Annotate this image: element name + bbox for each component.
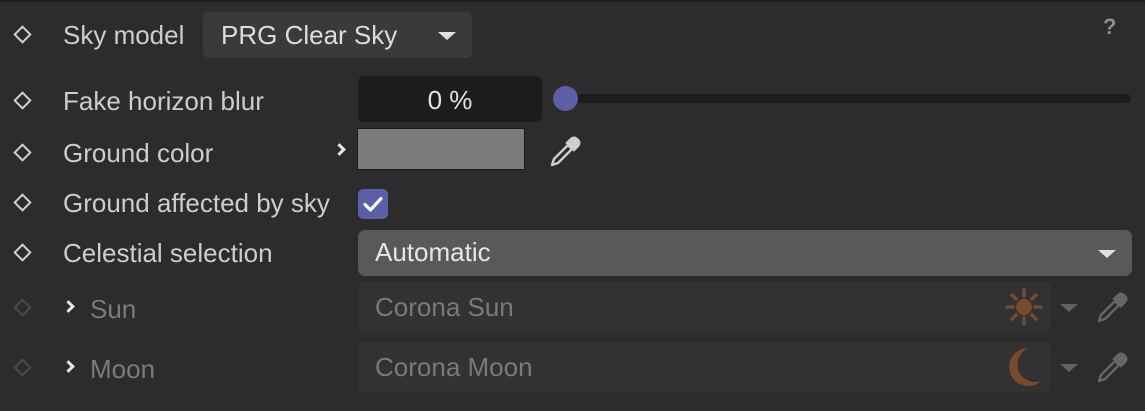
keyframe-diamond-icon	[13, 358, 32, 377]
ground-affected-row: Ground affected by sky	[0, 178, 1145, 228]
moon-object-field[interactable]: Corona Moon	[358, 342, 1051, 392]
keyframe-diamond-icon[interactable]	[13, 25, 32, 44]
chevron-right-icon[interactable]	[62, 300, 75, 313]
fake-horizon-blur-slider-handle[interactable]	[553, 86, 578, 111]
celestial-selection-value: Automatic	[375, 237, 491, 267]
celestial-selection-dropdown[interactable]: Automatic	[358, 230, 1132, 276]
sun-icon	[1005, 288, 1043, 326]
sky-model-value: PRG Clear Sky	[221, 20, 398, 50]
sky-model-dropdown[interactable]: PRG Clear Sky	[203, 12, 472, 58]
fake-horizon-blur-value: 0 %	[427, 85, 473, 115]
ground-affected-checkbox[interactable]	[358, 189, 388, 219]
chevron-down-icon[interactable]	[1060, 364, 1078, 372]
eyedropper-icon[interactable]	[1095, 351, 1129, 385]
keyframe-diamond-icon[interactable]	[13, 243, 32, 262]
eyedropper-icon[interactable]	[548, 135, 582, 169]
fake-horizon-blur-input[interactable]: 0 %	[358, 76, 542, 122]
moon-icon	[1009, 347, 1041, 386]
ground-affected-label: Ground affected by sky	[63, 188, 330, 218]
sun-object-value: Corona Sun	[375, 292, 514, 322]
celestial-selection-label: Celestial selection	[63, 238, 273, 268]
chevron-down-icon	[1098, 250, 1116, 258]
ground-color-swatch[interactable]	[357, 128, 525, 170]
chevron-right-icon[interactable]	[62, 360, 75, 373]
chevron-down-icon[interactable]	[1060, 304, 1078, 312]
keyframe-diamond-icon[interactable]	[13, 193, 32, 212]
sun-label: Sun	[90, 294, 137, 324]
keyframe-diamond-icon[interactable]	[13, 143, 32, 162]
ground-color-label: Ground color	[63, 138, 214, 168]
checkmark-icon	[363, 196, 383, 212]
sky-model-label: Sky model	[63, 20, 185, 50]
fake-horizon-blur-slider-track[interactable]	[565, 94, 1131, 103]
eyedropper-icon[interactable]	[1095, 291, 1129, 325]
fake-horizon-blur-label: Fake horizon blur	[63, 86, 264, 116]
chevron-down-icon	[438, 32, 456, 40]
keyframe-diamond-icon[interactable]	[13, 91, 32, 110]
keyframe-diamond-icon	[13, 298, 32, 317]
sky-model-row: Sky model PRG Clear Sky ?	[0, 0, 1145, 70]
help-icon[interactable]: ?	[1103, 14, 1116, 40]
sun-object-field[interactable]: Corona Sun	[358, 282, 1051, 332]
moon-object-value: Corona Moon	[375, 352, 533, 382]
moon-label: Moon	[90, 354, 156, 384]
